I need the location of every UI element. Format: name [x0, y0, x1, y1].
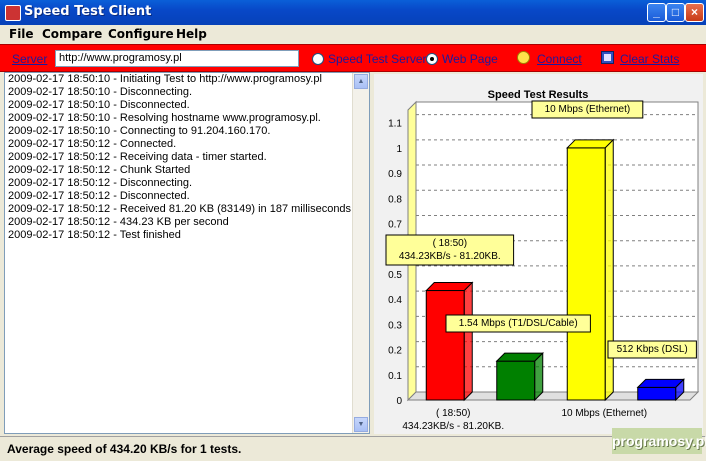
maximize-button[interactable]: □	[666, 3, 685, 22]
log-line: 2009-02-17 18:50:10 - Connecting to 91.2…	[8, 125, 271, 137]
close-button[interactable]: ×	[685, 3, 704, 22]
status-text: Average speed of 434.20 KB/s for 1 tests…	[7, 442, 242, 456]
radio-web-page[interactable]	[426, 53, 438, 65]
chart-bar-side	[604, 138, 614, 402]
log-lines: 2009-02-17 18:50:10 - Initiating Test to…	[5, 73, 369, 242]
radio-speed-test-server[interactable]	[312, 53, 324, 65]
chart-tick-label: 0.1	[388, 371, 402, 382]
log-line: 2009-02-17 18:50:12 - Chunk Started	[8, 164, 191, 176]
connect-bulb-icon[interactable]	[517, 51, 530, 64]
chart-tick-label: 0	[396, 396, 402, 407]
chart-tick-label: 0.7	[388, 219, 402, 230]
chart-tick-label: 0.9	[388, 169, 402, 180]
log-line: 2009-02-17 18:50:10 - Resolving hostname…	[8, 112, 321, 124]
chart-data-label: 1.54 Mbps (T1/DSL/Cable)	[459, 318, 578, 329]
chart-tick-label: 0.4	[388, 295, 402, 306]
chart-tick-label: 0.8	[388, 194, 402, 205]
menu-configure[interactable]: Configure	[108, 27, 174, 41]
scroll-down-arrow-icon[interactable]: ▼	[354, 417, 368, 432]
chart-bar	[496, 360, 536, 401]
menu-file[interactable]: File	[9, 27, 34, 41]
minimize-button[interactable]: _	[647, 3, 666, 22]
log-line: 2009-02-17 18:50:12 - Disconnecting.	[8, 177, 193, 189]
chart-data-label: 10 Mbps (Ethernet)	[545, 104, 631, 115]
menu-help[interactable]: Help	[176, 27, 207, 41]
window-title: Speed Test Client	[24, 4, 152, 19]
speed-chart: Speed Test Results00.10.20.30.40.50.60.7…	[385, 89, 700, 432]
scroll-up-arrow-icon[interactable]: ▲	[354, 74, 368, 89]
chart-bar	[425, 290, 465, 401]
log-line: 2009-02-17 18:50:12 - 434.23 KB per seco…	[8, 216, 229, 228]
chart-data-label: 512 Kbps (DSL)	[617, 344, 688, 355]
log-line: 2009-02-17 18:50:10 - Disconnected.	[8, 99, 190, 111]
watermark-logo: programosy.pl	[612, 428, 706, 454]
connect-button[interactable]: Connect	[537, 52, 582, 66]
chart-title: Speed Test Results	[488, 89, 589, 101]
log-line: 2009-02-17 18:50:12 - Connected.	[8, 138, 177, 150]
chart-tick-label: 1.1	[388, 119, 402, 130]
app-icon[interactable]	[5, 5, 21, 21]
chart-tick-label: 1	[396, 144, 402, 155]
chart-x-label: 10 Mbps (Ethernet)	[561, 408, 647, 419]
log-line: 2009-02-17 18:50:12 - Disconnected.	[8, 190, 190, 202]
chart-bar	[637, 386, 677, 401]
log-panel[interactable]: 2009-02-17 18:50:10 - Initiating Test to…	[4, 72, 370, 434]
chart-bar-side	[534, 351, 544, 402]
log-line: 2009-02-17 18:50:10 - Disconnecting.	[8, 86, 193, 98]
chart-data-label: ( 18:50)	[433, 238, 467, 249]
menu-bar: File Compare Configure Help	[0, 25, 706, 44]
toolbar: Server http://www.programosy.pl Speed Te…	[0, 44, 706, 72]
log-line: 2009-02-17 18:50:12 - Test finished	[8, 229, 181, 241]
server-label-link[interactable]: Server	[12, 52, 47, 66]
chart-tick-label: 0.3	[388, 320, 402, 331]
radio-speed-test-server-label[interactable]: Speed Test Server	[328, 52, 427, 66]
log-scrollbar[interactable]: ▲ ▼	[352, 73, 369, 433]
chart-tick-label: 0.2	[388, 346, 402, 357]
menu-compare[interactable]: Compare	[42, 27, 102, 41]
chart-data-label: 434.23KB/s - 81.20KB.	[399, 251, 501, 262]
status-bar: Average speed of 434.20 KB/s for 1 tests…	[0, 436, 706, 461]
server-input[interactable]: http://www.programosy.pl	[55, 50, 299, 67]
chart-x-label: ( 18:50)	[436, 408, 470, 419]
chart-x-label: 434.23KB/s - 81.20KB.	[402, 421, 504, 432]
log-line: 2009-02-17 18:50:12 - Receiving data - t…	[8, 151, 267, 163]
chart-panel: Speed Test Results00.10.20.30.40.50.60.7…	[374, 74, 703, 434]
chart-tick-label: 0.5	[388, 270, 402, 281]
radio-web-page-label[interactable]: Web Page	[442, 52, 498, 66]
clear-stats-icon[interactable]	[601, 51, 614, 64]
chart-bar-side	[463, 281, 473, 402]
title-bar: Speed Test Client _ □ ×	[0, 0, 706, 25]
log-line: 2009-02-17 18:50:12 - Received 81.20 KB …	[8, 203, 352, 215]
chart-bar	[566, 147, 606, 401]
log-line: 2009-02-17 18:50:10 - Initiating Test to…	[8, 73, 322, 85]
clear-stats-button[interactable]: Clear Stats	[620, 52, 679, 66]
